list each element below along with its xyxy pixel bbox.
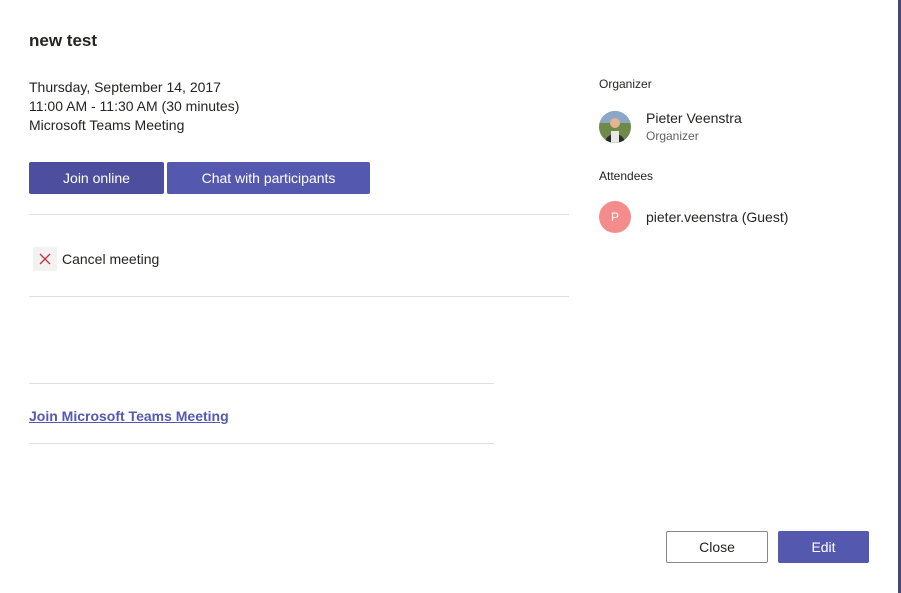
- attendee-name: pieter.veenstra (Guest): [646, 209, 789, 225]
- join-teams-meeting-link[interactable]: Join Microsoft Teams Meeting: [29, 408, 229, 424]
- attendees-section-label: Attendees: [599, 169, 654, 183]
- organizer-person[interactable]: Pieter Veenstra Organizer: [599, 109, 742, 145]
- divider: [29, 214, 569, 215]
- divider: [29, 383, 494, 384]
- organizer-role: Organizer: [646, 129, 699, 143]
- attendee-item[interactable]: P pieter.veenstra (Guest): [599, 201, 788, 233]
- meeting-type: Microsoft Teams Meeting: [29, 117, 185, 133]
- organizer-avatar: [599, 111, 631, 143]
- meeting-title: new test: [29, 31, 98, 50]
- cancel-meeting-button[interactable]: Cancel meeting: [33, 247, 159, 271]
- attendee-avatar: P: [599, 201, 631, 233]
- divider: [29, 296, 569, 297]
- close-button[interactable]: Close: [666, 531, 768, 563]
- meeting-date: Thursday, September 14, 2017: [29, 79, 221, 95]
- organizer-name: Pieter Veenstra: [646, 110, 742, 126]
- meeting-details: Thursday, September 14, 2017 11:00 AM - …: [29, 78, 239, 135]
- join-online-button[interactable]: Join online: [29, 162, 164, 194]
- divider: [29, 443, 494, 444]
- cancel-meeting-label: Cancel meeting: [62, 251, 160, 267]
- meeting-time: 11:00 AM - 11:30 AM (30 minutes): [29, 98, 240, 114]
- edit-button[interactable]: Edit: [778, 531, 869, 563]
- organizer-section-label: Organizer: [599, 77, 652, 91]
- chat-with-participants-button[interactable]: Chat with participants: [167, 162, 370, 194]
- close-x-icon: [33, 247, 57, 271]
